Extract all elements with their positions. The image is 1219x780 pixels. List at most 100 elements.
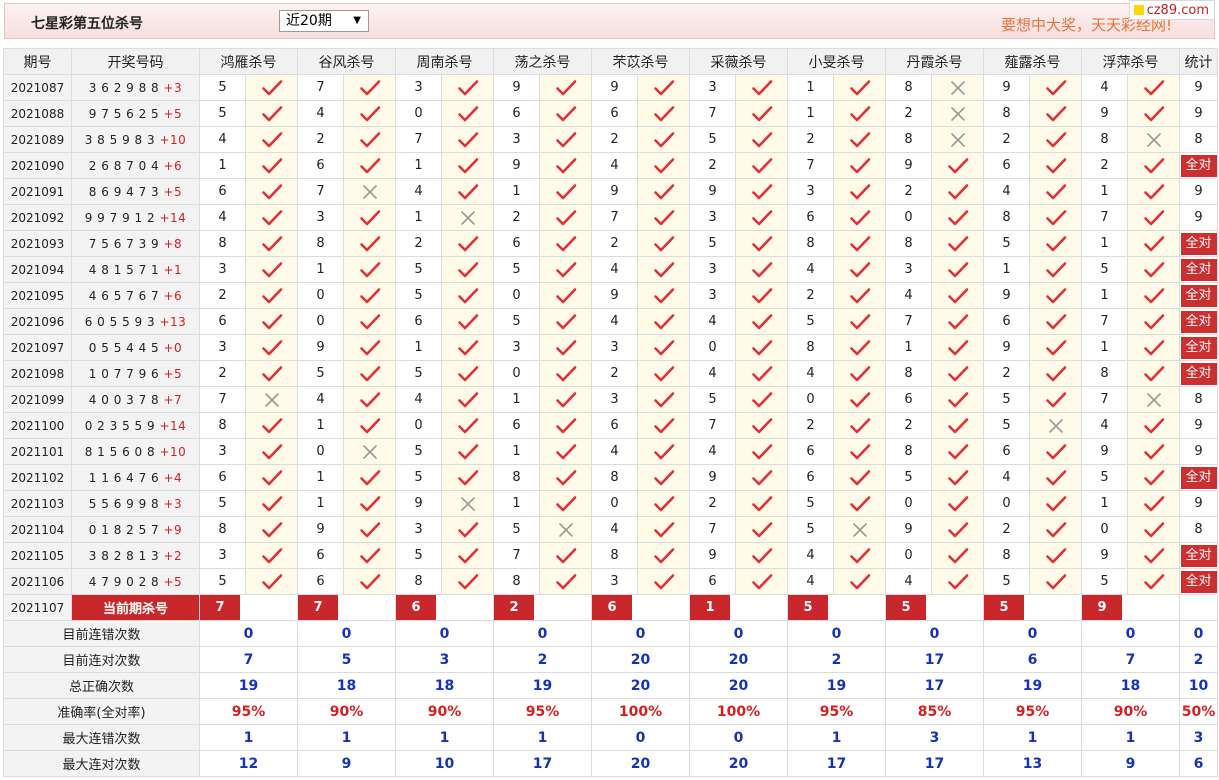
check-mark-icon: [931, 178, 984, 205]
table-row: 2021106 4 7 9 0 2 8 +5 5 6 8 8 3 6 4 4 5 5 全对: [3, 568, 1218, 595]
kill-number-cell: 8: [787, 230, 834, 257]
kill-number-cell: 4: [199, 204, 246, 231]
kill-number-cell: 8: [199, 516, 246, 543]
site-badge[interactable]: cz89.com: [1128, 0, 1215, 20]
check-mark-icon: [343, 282, 396, 309]
check-mark-icon: [931, 308, 984, 335]
table-row: 2021100 0 2 3 5 5 9 +14 8 1 0 6 6 7 2 2 5 4 9: [3, 412, 1218, 439]
table-row: 2021103 5 5 6 9 9 8 +3 5 1 9 1 0 2 5 0 0 1 9: [3, 490, 1218, 517]
kill-number-cell: 8: [591, 464, 638, 491]
draw-numbers: 4 6 5 7 6 7: [88, 288, 164, 303]
summary-value: 6: [983, 646, 1082, 673]
kill-number-cell: 5: [493, 308, 540, 335]
check-mark-icon: [343, 100, 396, 127]
col-header-period: 期号: [3, 48, 72, 75]
current-kill-cell: 9: [1081, 594, 1180, 621]
check-mark-icon: [343, 542, 396, 569]
kill-number-cell: 5: [787, 308, 834, 335]
kill-number-cell: 2: [493, 204, 540, 231]
check-mark-icon: [833, 74, 886, 101]
check-mark-icon: [1029, 152, 1082, 179]
check-mark-icon: [833, 490, 886, 517]
check-mark-icon: [539, 126, 592, 153]
table-body: 2021087 3 6 2 9 8 8 +3 5 7 3 9 9 3 1 8 9 4 9 2021088 9…: [3, 74, 1218, 777]
check-mark-icon: [245, 516, 298, 543]
check-mark-icon: [637, 516, 690, 543]
summary-value: 19: [199, 672, 298, 699]
check-mark-icon: [1127, 256, 1180, 283]
check-mark-icon: [1029, 256, 1082, 283]
table-row: 2021087 3 6 2 9 8 8 +3 5 7 3 9 9 3 1 8 9 4 9: [3, 74, 1218, 101]
summary-label: 目前连错次数: [3, 620, 200, 647]
summary-value: 20: [591, 646, 690, 673]
check-mark-icon: [637, 126, 690, 153]
summary-value: 10: [395, 750, 494, 777]
summary-value: 7: [1081, 646, 1180, 673]
table-row: 2021091 8 6 9 4 7 3 +5 6 7 4 1 9 9 3 2 4 1 9: [3, 178, 1218, 205]
draw-bonus-number: +6: [163, 288, 183, 303]
check-mark-icon: [1029, 204, 1082, 231]
summary-value: 0: [787, 620, 886, 647]
summary-value: 20: [591, 750, 690, 777]
check-mark-icon: [1029, 308, 1082, 335]
check-mark-icon: [931, 204, 984, 231]
kill-number-cell: 2: [885, 100, 932, 127]
period-cell: 2021103: [3, 490, 72, 517]
draw-numbers-cell: 1 1 6 4 7 6 +4: [71, 464, 200, 491]
period-cell: 2021095: [3, 282, 72, 309]
kill-number-cell: 8: [297, 230, 344, 257]
check-mark-icon: [833, 542, 886, 569]
check-mark-icon: [539, 282, 592, 309]
check-mark-icon: [539, 178, 592, 205]
check-mark-icon: [539, 568, 592, 595]
check-mark-icon: [735, 152, 788, 179]
kill-number-cell: 4: [591, 152, 638, 179]
summary-value: 100%: [591, 698, 690, 725]
check-mark-icon: [931, 386, 984, 413]
kill-number-cell: 3: [689, 256, 736, 283]
cross-mark-icon: [1029, 412, 1082, 439]
check-mark-icon: [441, 100, 494, 127]
check-mark-icon: [441, 386, 494, 413]
kill-number-cell: 1: [199, 152, 246, 179]
draw-bonus-number: +13: [159, 314, 187, 329]
current-kill-number: 2: [494, 595, 534, 620]
kill-number-cell: 2: [983, 126, 1030, 153]
check-mark-icon: [931, 516, 984, 543]
kill-number-cell: 5: [493, 516, 540, 543]
stat-cell: [1179, 594, 1218, 621]
table-row: 2021101 8 1 5 6 0 8 +10 3 0 5 1 4 4 6 8 6 9 9: [3, 438, 1218, 465]
kill-number-cell: 3: [689, 204, 736, 231]
period-cell: 2021087: [3, 74, 72, 101]
col-header-expert: 鸿雁杀号: [199, 48, 298, 75]
check-mark-icon: [931, 490, 984, 517]
current-kill-cell: 7: [297, 594, 396, 621]
all-correct-badge: 全对: [1180, 570, 1217, 593]
kill-number-cell: 1: [493, 178, 540, 205]
check-mark-icon: [343, 334, 396, 361]
draw-numbers-cell: 9 9 7 9 1 2 +14: [71, 204, 200, 231]
kill-number-cell: 7: [885, 308, 932, 335]
table-row: 2021092 9 9 7 9 1 2 +14 4 3 1 2 7 3 6 0 8 7 9: [3, 204, 1218, 231]
period-range-select[interactable]: 近20期 ▼: [279, 10, 369, 32]
stat-cell: 全对: [1179, 308, 1218, 335]
cross-mark-icon: [441, 204, 494, 231]
kill-number-cell: 1: [1081, 230, 1128, 257]
check-mark-icon: [1127, 516, 1180, 543]
period-cell: 2021100: [3, 412, 72, 439]
kill-number-cell: 3: [493, 334, 540, 361]
check-mark-icon: [931, 256, 984, 283]
kill-number-cell: 6: [591, 100, 638, 127]
kill-number-cell: 6: [297, 542, 344, 569]
stat-cell: 全对: [1179, 542, 1218, 569]
stat-cell: 8: [1179, 516, 1218, 543]
kill-number-cell: 7: [1081, 386, 1128, 413]
all-correct-badge: 全对: [1180, 258, 1217, 281]
col-header-stat: 统计: [1179, 48, 1218, 75]
kill-number-cell: 3: [591, 568, 638, 595]
summary-value: 18: [1081, 672, 1180, 699]
summary-row: 准确率(全对率) 95% 90% 90% 95% 100% 100% 95% 85% 95% 90%…: [3, 698, 1218, 725]
summary-value: 2: [787, 646, 886, 673]
stat-cell: 全对: [1179, 282, 1218, 309]
check-mark-icon: [245, 360, 298, 387]
